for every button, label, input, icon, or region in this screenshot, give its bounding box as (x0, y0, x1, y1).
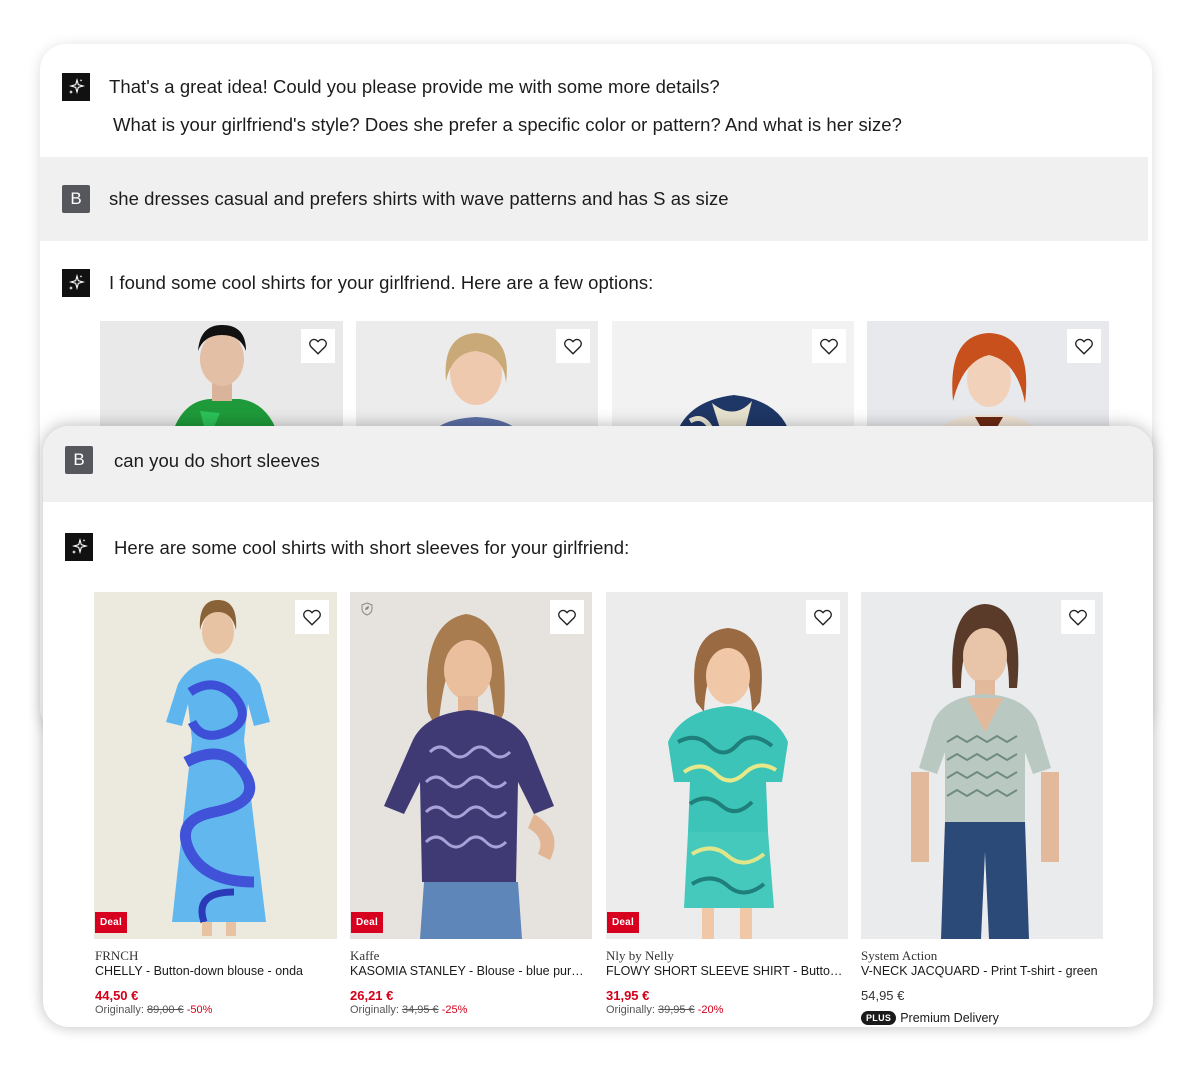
favorite-heart-icon[interactable] (550, 600, 584, 634)
bot-message-line: That's a great idea! Could you please pr… (109, 76, 720, 97)
current-conversation-card: B can you do short sleeves Here are some… (43, 426, 1153, 1027)
favorite-heart-icon[interactable] (556, 329, 590, 363)
product-price: 54,95 € (861, 988, 905, 1003)
original-price: Originally: 89,00 € -50% (95, 1004, 212, 1016)
user-avatar: B (62, 185, 90, 213)
discount-percent: -20% (697, 1004, 724, 1016)
product-brand: System Action (861, 948, 938, 963)
product-brand: Nly by Nelly (606, 948, 674, 963)
plus-badge: PLUS (861, 1011, 897, 1025)
product-card-image[interactable]: Deal (94, 592, 337, 939)
bot-message: I found some cool shirts for your girlfr… (109, 272, 654, 293)
product-price: 26,21 € (350, 988, 394, 1003)
bot-message-line: What is your girlfriend's style? Does sh… (113, 114, 902, 135)
original-label: Originally: (95, 1004, 144, 1016)
bot-message: Here are some cool shirts with short sle… (114, 537, 630, 558)
product-image[interactable] (100, 321, 343, 441)
favorite-heart-icon[interactable] (1067, 329, 1101, 363)
original-price: Originally: 39,95 € -20% (606, 1004, 723, 1016)
deal-badge: Deal (95, 912, 127, 933)
discount-percent: -25% (441, 1004, 468, 1016)
sparkle-icon (65, 533, 93, 561)
sparkle-icon (62, 73, 90, 101)
original-amount: 89,00 € (146, 1004, 184, 1016)
original-amount: 39,95 € (657, 1004, 695, 1016)
original-label: Originally: (606, 1004, 655, 1016)
favorite-heart-icon[interactable] (301, 329, 335, 363)
original-price: Originally: 34,95 € -25% (350, 1004, 467, 1016)
product-image[interactable] (356, 321, 598, 441)
product-image[interactable] (867, 321, 1109, 441)
discount-percent: -50% (186, 1004, 213, 1016)
product-card-image[interactable]: Deal (350, 592, 592, 939)
user-message-row: B she dresses casual and prefers shirts … (40, 157, 1148, 241)
product-card-image[interactable] (861, 592, 1103, 939)
favorite-heart-icon[interactable] (812, 329, 846, 363)
premium-delivery: PLUS Premium Delivery (861, 1011, 999, 1025)
product-price: 31,95 € (606, 988, 650, 1003)
deal-badge: Deal (607, 912, 639, 933)
favorite-heart-icon[interactable] (806, 600, 840, 634)
favorite-heart-icon[interactable] (295, 600, 329, 634)
leaf-badge-icon (360, 602, 374, 616)
user-message: she dresses casual and prefers shirts wi… (109, 188, 729, 209)
product-brand: Kaffe (350, 948, 380, 963)
product-name[interactable]: KASOMIA STANLEY - Blouse - blue purpl... (350, 964, 590, 978)
delivery-label: Premium Delivery (900, 1011, 999, 1025)
original-amount: 34,95 € (401, 1004, 439, 1016)
original-label: Originally: (350, 1004, 399, 1016)
user-avatar: B (65, 446, 93, 474)
favorite-heart-icon[interactable] (1061, 600, 1095, 634)
product-name[interactable]: V-NECK JACQUARD - Print T-shirt - green (861, 964, 1106, 978)
product-name[interactable]: CHELLY - Button-down blouse - onda (95, 964, 335, 978)
product-image[interactable] (612, 321, 854, 441)
sparkle-icon (62, 269, 90, 297)
deal-badge: Deal (351, 912, 383, 933)
user-message: can you do short sleeves (114, 450, 320, 471)
user-message-row: B can you do short sleeves (43, 426, 1153, 502)
product-name[interactable]: FLOWY SHORT SLEEVE SHIRT - Button-... (606, 964, 846, 978)
product-brand: FRNCH (95, 948, 139, 963)
product-card-image[interactable]: Deal (606, 592, 848, 939)
product-price: 44,50 € (95, 988, 139, 1003)
